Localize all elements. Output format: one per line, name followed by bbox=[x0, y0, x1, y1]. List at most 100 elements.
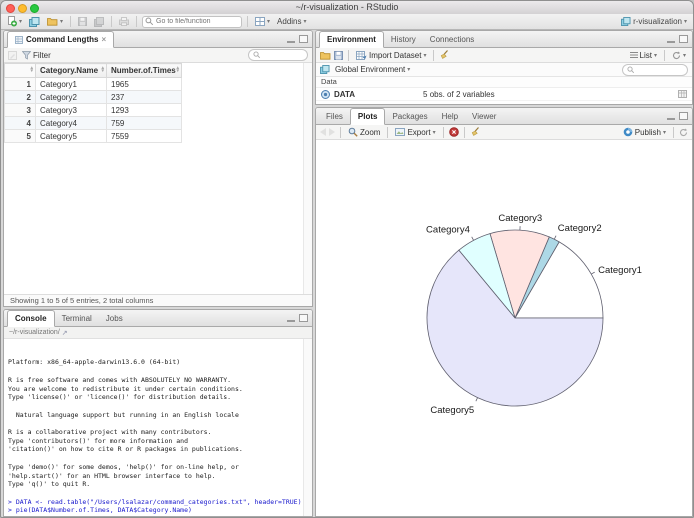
console-output-line: Type 'demo()' for some demos, 'help()' f… bbox=[8, 462, 239, 471]
external-link-icon[interactable]: ↗ bbox=[62, 329, 68, 337]
broom-icon[interactable] bbox=[470, 127, 480, 137]
list-view-button[interactable]: List ▾ bbox=[628, 50, 659, 61]
environment-toolbar: Import Dataset ▾ List ▾ ▾ bbox=[316, 48, 692, 63]
table-cell: Category1 bbox=[35, 77, 107, 91]
console-scrollbar-track[interactable] bbox=[303, 339, 312, 516]
pie-label-tick bbox=[591, 271, 595, 275]
row-number-header[interactable]: ▴ ▾ bbox=[4, 63, 36, 78]
pie-label-tick bbox=[475, 397, 478, 402]
view-table-icon[interactable] bbox=[678, 90, 687, 98]
filter-button[interactable]: Filter bbox=[20, 50, 53, 61]
tab-packages[interactable]: Packages bbox=[385, 109, 434, 124]
viewer-search-input[interactable] bbox=[263, 51, 303, 59]
viewer-tab-label: Command Lengths bbox=[26, 35, 99, 44]
goto-file-input[interactable] bbox=[142, 15, 243, 28]
refresh-button[interactable]: ▾ bbox=[670, 50, 688, 61]
data-table: ▴ ▾ Category.Name ▴ ▾ Number.of.Times ▴ ▾ 1 Ca… bbox=[4, 63, 182, 143]
maximize-pane-icon[interactable] bbox=[299, 35, 308, 43]
new-project-button[interactable] bbox=[27, 16, 42, 28]
maximize-pane-icon[interactable] bbox=[679, 35, 688, 43]
project-cube-icon bbox=[621, 17, 631, 26]
minimize-pane-icon[interactable] bbox=[667, 113, 675, 120]
magnifier-icon bbox=[348, 127, 358, 137]
list-icon bbox=[629, 51, 638, 59]
environment-search-input[interactable] bbox=[637, 66, 683, 73]
console-tabbar: Console Terminal Jobs bbox=[4, 310, 312, 327]
minimize-pane-icon[interactable] bbox=[287, 315, 295, 322]
data-viewer-pane: Command Lengths × Filter ▴ ▾ Category.Na… bbox=[3, 30, 313, 307]
refresh-icon[interactable] bbox=[679, 128, 688, 137]
zoom-plot-button[interactable]: Zoom bbox=[346, 126, 382, 138]
tab-environment[interactable]: Environment bbox=[319, 31, 384, 48]
console-input-line: > pie(DATA$Number.of.Times, DATA$Categor… bbox=[8, 506, 192, 515]
list-label: List bbox=[639, 50, 652, 60]
tab-connections[interactable]: Connections bbox=[423, 32, 481, 47]
chevron-down-icon: ▾ bbox=[423, 52, 427, 59]
save-all-button[interactable] bbox=[92, 16, 106, 28]
next-plot-icon[interactable] bbox=[329, 128, 335, 136]
column-header-number-of-times[interactable]: Number.of.Times ▴ ▾ bbox=[106, 63, 182, 78]
folder-open-icon[interactable] bbox=[320, 51, 331, 60]
table-row[interactable]: 4 Category4 759 bbox=[4, 116, 182, 130]
maximize-pane-icon[interactable] bbox=[299, 314, 308, 322]
tab-terminal[interactable]: Terminal bbox=[55, 311, 99, 326]
tab-command-lengths[interactable]: Command Lengths × bbox=[7, 31, 115, 48]
table-row[interactable]: 5 Category5 7559 bbox=[4, 129, 182, 143]
environment-entry-DATA[interactable]: DATA 5 obs. of 2 variables bbox=[316, 88, 692, 101]
search-icon bbox=[253, 51, 261, 59]
export-plot-button[interactable]: Export ▾ bbox=[393, 127, 437, 138]
tab-jobs[interactable]: Jobs bbox=[99, 311, 130, 326]
edit-icon[interactable] bbox=[8, 50, 17, 60]
column-header-category-name[interactable]: Category.Name ▴ ▾ bbox=[35, 63, 107, 78]
print-button[interactable] bbox=[117, 16, 131, 27]
project-menu-button[interactable]: r-visualization ▾ bbox=[619, 16, 689, 27]
previous-plot-icon[interactable] bbox=[320, 128, 326, 136]
remove-plot-icon[interactable] bbox=[448, 127, 459, 137]
table-row[interactable]: 2 Category2 237 bbox=[4, 90, 182, 104]
export-image-icon bbox=[395, 127, 406, 137]
pie-label-tick bbox=[471, 236, 474, 241]
new-file-button[interactable]: ▾ bbox=[5, 15, 24, 28]
table-row[interactable]: 3 Category3 1293 bbox=[4, 103, 182, 117]
chevron-down-icon: ▾ bbox=[682, 52, 686, 59]
environment-pane: Environment History Connections Import D… bbox=[315, 30, 693, 105]
chevron-down-icon: ▾ bbox=[662, 129, 666, 136]
toolbar-divider bbox=[136, 16, 138, 27]
minimize-pane-icon[interactable] bbox=[287, 36, 295, 43]
console-output-line: Natural language support but running in … bbox=[8, 410, 239, 419]
minimize-pane-icon[interactable] bbox=[667, 36, 675, 43]
console-output-line: Type 'q()' to quit R. bbox=[8, 480, 91, 489]
table-row[interactable]: 1 Category1 1965 bbox=[4, 77, 182, 91]
console-output[interactable]: Platform: x86_64-apple-darwin13.6.0 (64-… bbox=[4, 339, 312, 516]
toolbar-divider bbox=[433, 49, 435, 61]
tab-help[interactable]: Help bbox=[435, 109, 465, 124]
workspace-panes-button[interactable]: ▾ bbox=[253, 16, 272, 27]
addins-button[interactable]: Addins ▾ bbox=[275, 16, 308, 27]
variable-description: 5 obs. of 2 variables bbox=[423, 89, 495, 99]
publish-label: Publish bbox=[634, 127, 661, 137]
environment-search-box bbox=[622, 63, 688, 76]
viewer-scrollbar-track[interactable] bbox=[303, 63, 312, 294]
tab-history[interactable]: History bbox=[384, 32, 423, 47]
chevron-down-icon: ▾ bbox=[432, 129, 436, 136]
table-cell: 5 bbox=[4, 129, 36, 143]
save-icon[interactable] bbox=[334, 50, 343, 60]
console-input-line: > View(DATA, "Command Lengths") bbox=[8, 515, 302, 516]
maximize-pane-icon[interactable] bbox=[679, 112, 688, 120]
save-button[interactable] bbox=[76, 16, 89, 27]
tab-viewer[interactable]: Viewer bbox=[465, 109, 503, 124]
close-icon[interactable]: × bbox=[101, 35, 106, 44]
tab-plots[interactable]: Plots bbox=[349, 108, 386, 125]
tab-files[interactable]: Files bbox=[319, 109, 350, 124]
tab-console[interactable]: Console bbox=[7, 310, 55, 327]
refresh-icon bbox=[672, 51, 681, 60]
pie-label-category1: Category1 bbox=[598, 265, 642, 276]
environment-scope-button[interactable]: Global Environment ▾ bbox=[333, 64, 412, 75]
open-file-button[interactable]: ▾ bbox=[45, 16, 65, 27]
console-output-line: Platform: x86_64-apple-darwin13.6.0 (64-… bbox=[8, 358, 181, 367]
pie-label-category3: Category3 bbox=[498, 213, 542, 224]
broom-icon[interactable] bbox=[439, 50, 449, 60]
import-dataset-button[interactable]: Import Dataset ▾ bbox=[354, 50, 428, 61]
publish-button[interactable]: Publish ▾ bbox=[621, 126, 668, 138]
